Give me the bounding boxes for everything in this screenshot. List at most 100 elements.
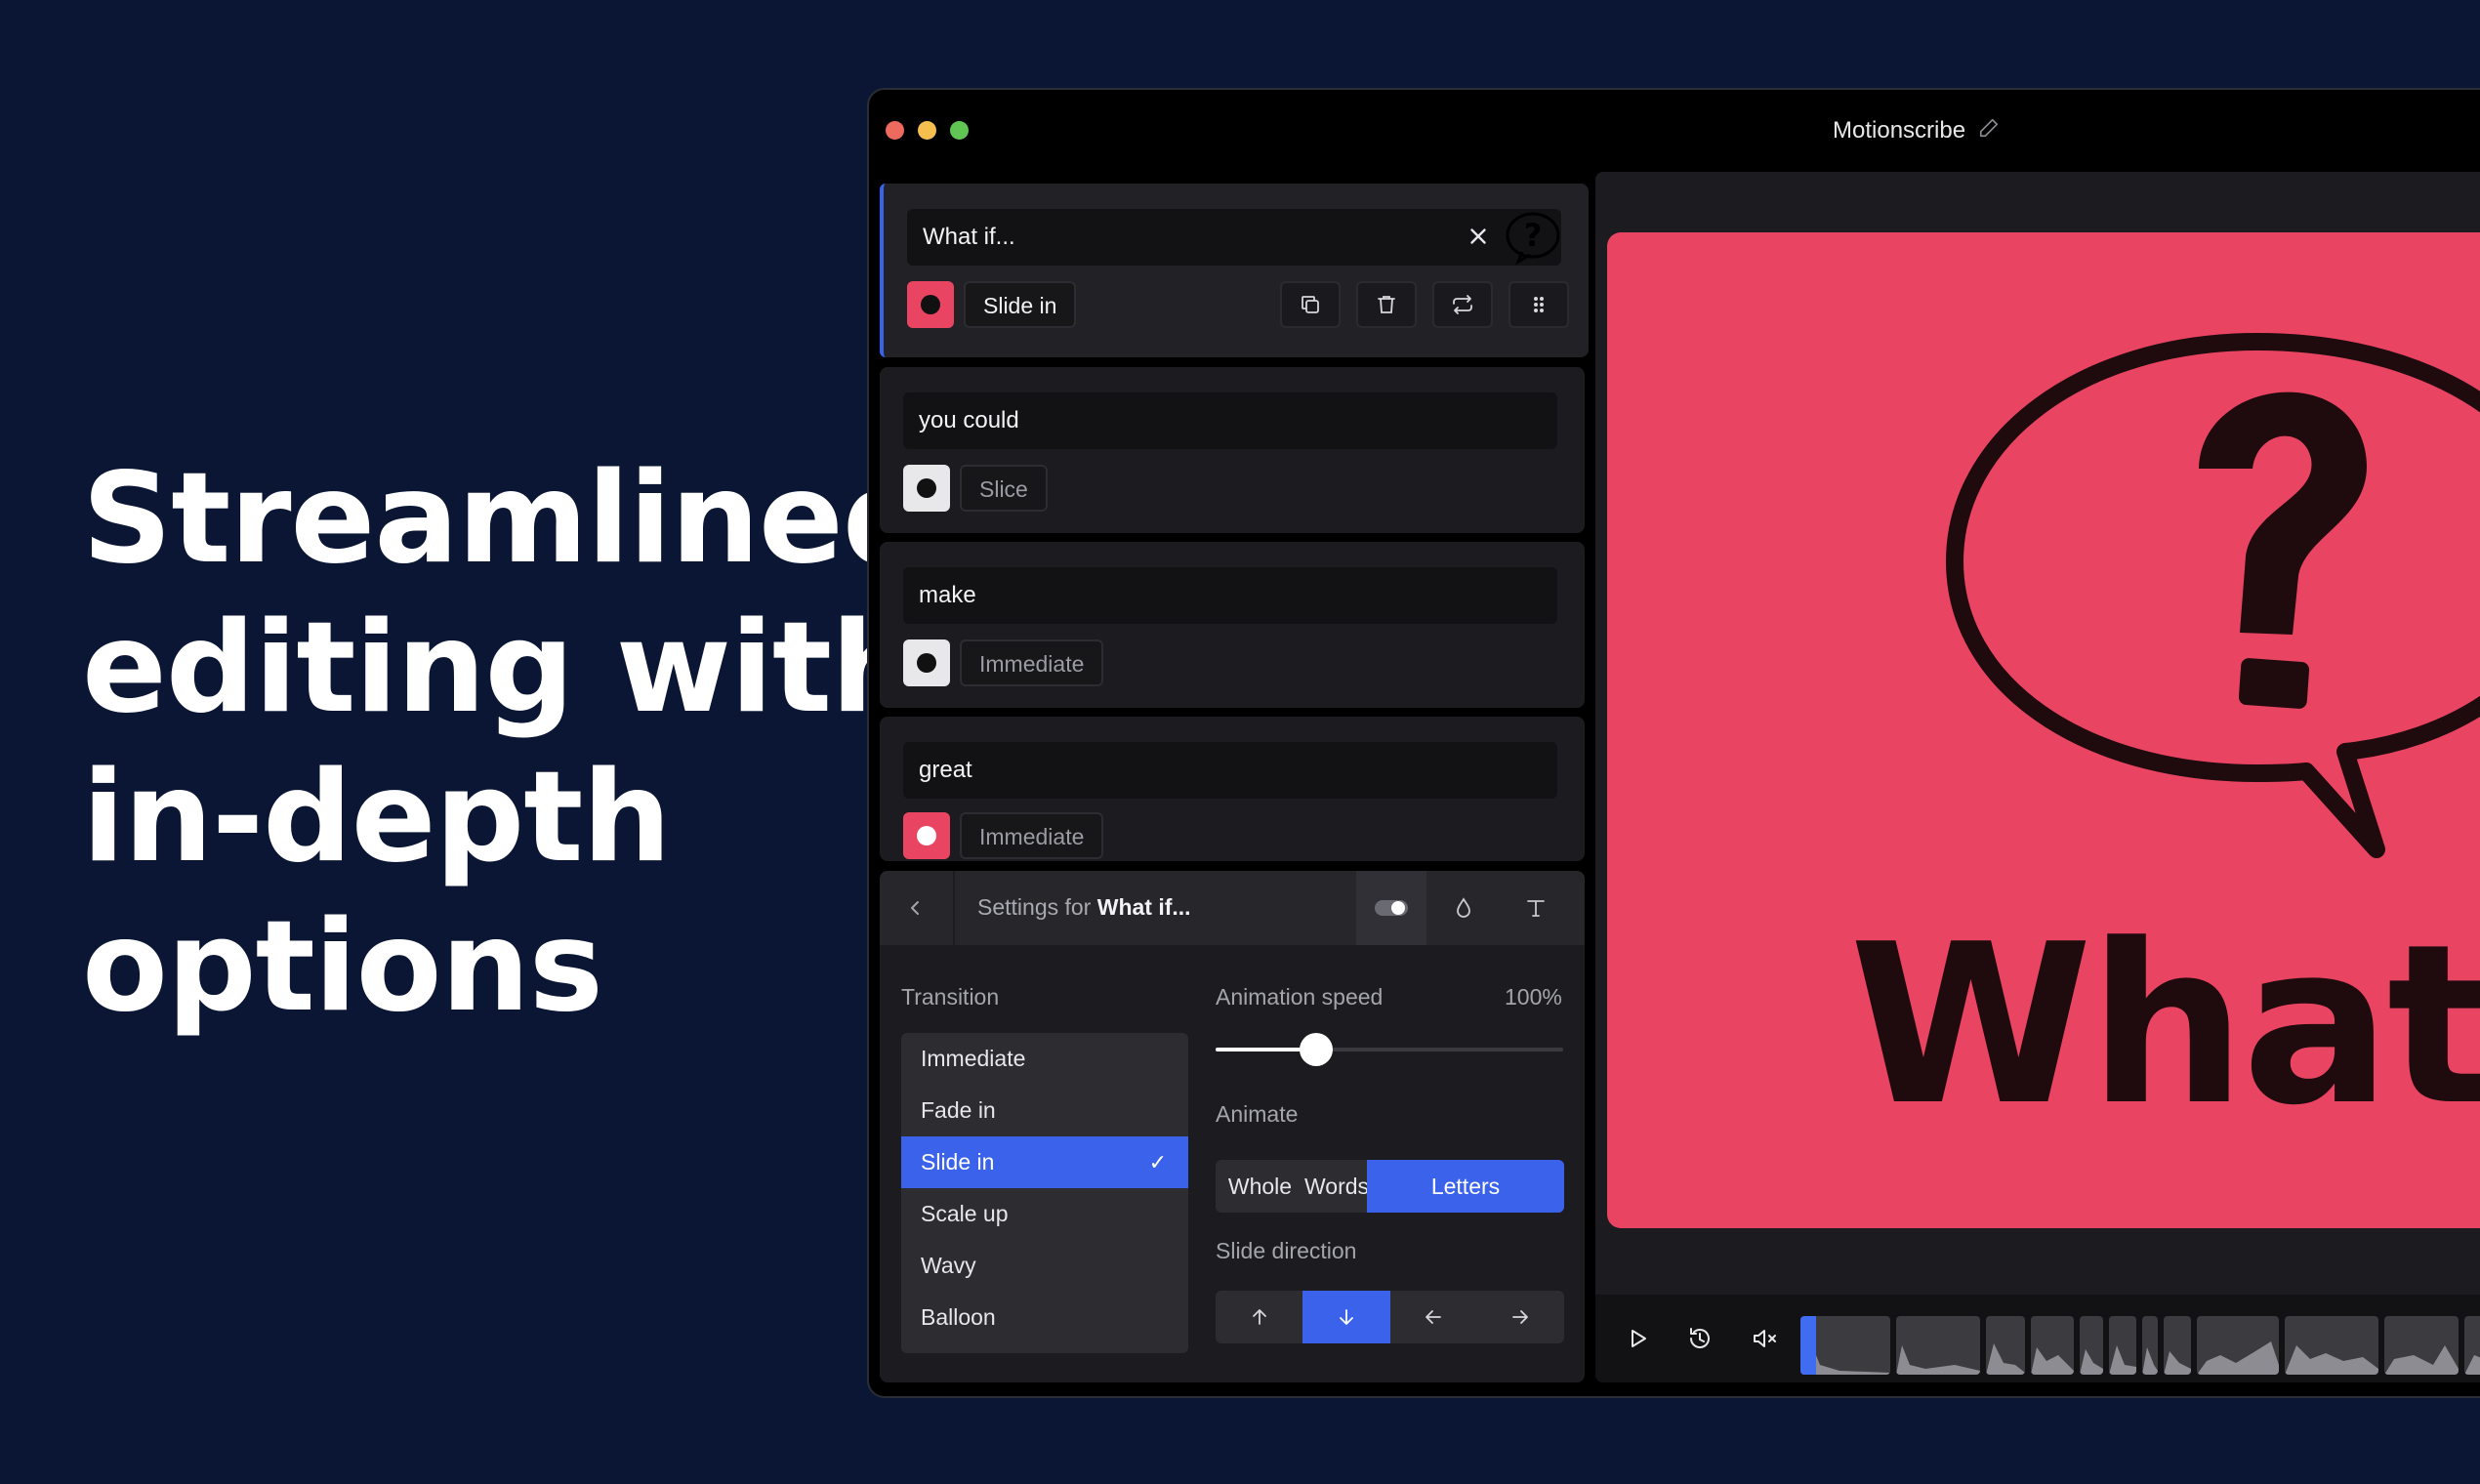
text-card-4[interactable]: great Immediate (880, 717, 1585, 861)
arrow-left-icon (1426, 1310, 1442, 1324)
timeline-clip[interactable] (1986, 1316, 2025, 1375)
minimize-window-button[interactable] (918, 121, 936, 140)
direction-down-button[interactable] (1302, 1291, 1390, 1343)
arrow-down-icon (1339, 1309, 1353, 1325)
svg-text:?: ? (1524, 217, 1543, 254)
card-text-field[interactable]: great (903, 742, 1557, 799)
settings-header: Settings for What if... (880, 871, 1585, 945)
settings-title-target: What if... (1096, 894, 1191, 920)
timeline-clip[interactable] (2080, 1316, 2103, 1375)
headline-line-3: in-depth (82, 745, 672, 890)
text-icon (1527, 900, 1545, 917)
card-text: make (919, 582, 976, 608)
tab-animation[interactable] (1356, 871, 1426, 945)
delete-button[interactable] (1356, 281, 1417, 328)
swatch-dot (917, 826, 936, 845)
direction-right-button[interactable] (1477, 1291, 1564, 1343)
duplicate-button[interactable] (1280, 281, 1341, 328)
transport-bar (1595, 1295, 2480, 1382)
play-icon[interactable] (1623, 1324, 1652, 1353)
divider (953, 871, 955, 945)
transition-option-label: Fade in (921, 1097, 996, 1123)
waveform (2109, 1345, 2136, 1375)
transition-option[interactable]: Balloon (901, 1292, 1188, 1343)
card-text-field[interactable]: make (903, 567, 1557, 624)
tab-text[interactable] (1501, 871, 1571, 945)
card-text: you could (919, 407, 1019, 433)
droplet-icon (1457, 897, 1470, 918)
animate-label: Animate (1216, 1101, 1299, 1127)
pencil-icon[interactable] (1978, 117, 2000, 139)
text-card-1[interactable]: What if... ? Slide in (880, 184, 1589, 357)
close-icon[interactable] (1466, 224, 1491, 249)
color-swatch[interactable] (903, 465, 950, 512)
drag-handle[interactable] (1509, 281, 1569, 328)
speed-slider[interactable] (1216, 1033, 1563, 1066)
timeline-clip[interactable] (2384, 1316, 2459, 1375)
transition-option-selected[interactable]: Slide in ✓ (901, 1136, 1188, 1188)
repeat-button[interactable] (1432, 281, 1493, 328)
color-swatch[interactable] (907, 281, 954, 328)
color-swatch[interactable] (903, 812, 950, 859)
settings-title: Settings for What if... (977, 894, 1191, 921)
transition-option-label: Immediate (921, 1046, 1026, 1071)
transition-option[interactable]: Scale up (901, 1188, 1188, 1240)
preview-panel: What if (1595, 172, 2480, 1382)
animate-option-whole-text[interactable]: Whole text (1216, 1160, 1304, 1213)
direction-label: Slide direction (1216, 1238, 1357, 1263)
text-card-3[interactable]: make Immediate (880, 542, 1585, 708)
direction-up-button[interactable] (1216, 1291, 1302, 1343)
timeline-clip[interactable] (2197, 1316, 2279, 1375)
speech-bubble-thumbnail: ? (1506, 212, 1560, 266)
checkmark-icon: ✓ (1148, 1150, 1167, 1175)
waveform (2384, 1345, 2459, 1375)
headline-line-2: editing with (82, 596, 920, 741)
timeline-clip[interactable] (2285, 1316, 2378, 1375)
timeline-clip[interactable] (2109, 1316, 2136, 1375)
transition-option[interactable]: Immediate (901, 1033, 1188, 1085)
transition-tag[interactable]: Immediate (960, 812, 1104, 859)
mute-icon[interactable] (1750, 1324, 1779, 1353)
timeline-clip[interactable] (1896, 1316, 1980, 1375)
tab-color[interactable] (1428, 871, 1499, 945)
color-swatch[interactable] (903, 639, 950, 686)
transition-option[interactable]: Wavy (901, 1240, 1188, 1292)
history-icon[interactable] (1685, 1324, 1715, 1353)
card-text-field[interactable]: you could (903, 392, 1557, 449)
preview-canvas[interactable]: What if (1607, 232, 2480, 1228)
window-title: Motionscribe (1833, 117, 1966, 144)
headline-line-1: Streamlined (82, 446, 931, 592)
transition-option-label: Slide in (921, 1149, 995, 1175)
playhead[interactable] (1800, 1316, 1816, 1375)
transition-option-label: Scale up (921, 1201, 1009, 1226)
waveform (1896, 1345, 1980, 1375)
settings-panel: Settings for What if... Transition Immed… (880, 871, 1585, 1382)
chevron-left-icon[interactable] (903, 896, 927, 920)
animate-option-letters[interactable]: Letters (1367, 1160, 1564, 1213)
direction-left-button[interactable] (1390, 1291, 1477, 1343)
transition-tag[interactable]: Slice (960, 465, 1048, 512)
transition-label: Transition (901, 984, 1000, 1010)
transition-tag[interactable]: Immediate (960, 639, 1104, 686)
transition-option[interactable]: Fade in (901, 1085, 1188, 1136)
speed-label: Animation speed (1216, 984, 1384, 1010)
speed-slider-handle[interactable] (1300, 1033, 1334, 1066)
timeline-clip[interactable] (2142, 1316, 2158, 1375)
timeline-clip[interactable] (2464, 1316, 2480, 1375)
swatch-dot (917, 478, 936, 498)
text-card-2[interactable]: you could Slice (880, 367, 1585, 533)
timeline-clip[interactable] (2031, 1316, 2074, 1375)
transition-option-label: Wavy (921, 1253, 976, 1278)
waveform (2164, 1351, 2191, 1375)
timeline-clip[interactable] (2164, 1316, 2191, 1375)
animate-option-words[interactable]: Words (1304, 1160, 1369, 1213)
close-window-button[interactable] (886, 121, 904, 140)
card-text-field[interactable]: What if... (907, 209, 1561, 266)
arrow-right-icon (1512, 1310, 1529, 1324)
copy-icon (1302, 296, 1319, 313)
zoom-window-button[interactable] (950, 121, 969, 140)
transition-option-label: Balloon (921, 1304, 996, 1330)
waveform (2142, 1347, 2158, 1375)
transition-tag[interactable]: Slide in (964, 281, 1077, 328)
waveform (2285, 1345, 2378, 1375)
